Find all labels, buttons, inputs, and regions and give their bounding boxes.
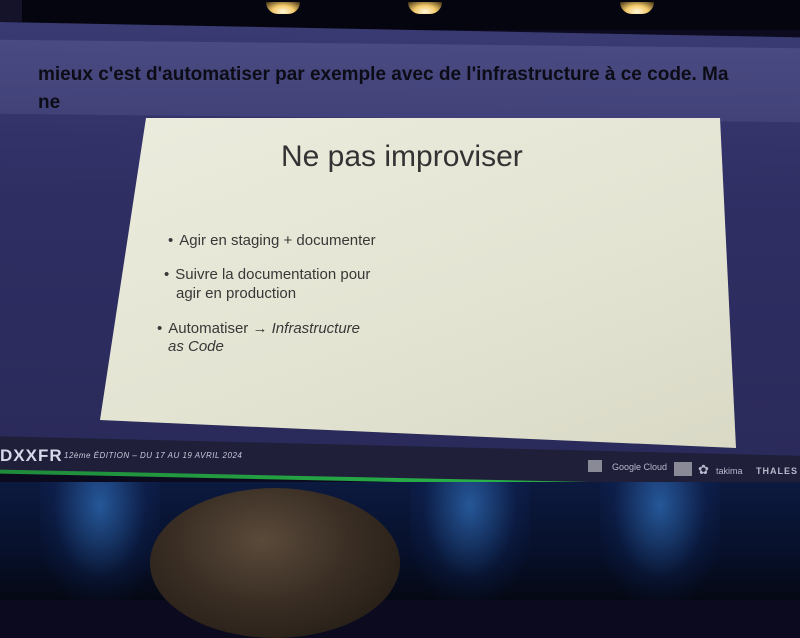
subtitle-line-1: mieux c'est d'automatiser par exemple av… xyxy=(38,64,729,85)
event-edition: 12ème ÉDITION – DU 17 AU 19 AVRIL 2024 xyxy=(64,451,243,460)
sponsor-logo-icon xyxy=(674,462,692,476)
sponsor-google-cloud: Google Cloud xyxy=(612,462,668,472)
sponsor-takima: takima xyxy=(716,466,743,476)
bullet-item: • Suivre la documentation pour xyxy=(164,266,371,283)
stage-glow xyxy=(40,482,160,600)
bullet-item: • Agir en staging + documenter xyxy=(168,232,376,249)
event-brand: DXXFR xyxy=(0,446,63,465)
sponsor-logo-icon: ✿ xyxy=(698,462,709,477)
subtitle-line-2: ne xyxy=(38,92,61,113)
sponsor-logo-icon xyxy=(588,460,602,472)
sponsor-thales: THALES xyxy=(756,466,798,476)
slide-title: Ne pas improviser xyxy=(281,140,523,173)
bullet-item: • Automatiser → Infrastructure xyxy=(157,320,361,337)
ceiling-beam xyxy=(0,0,22,22)
bullet-icon: • xyxy=(157,320,163,337)
audience-head xyxy=(150,488,400,638)
bullet-item-continued: agir en production xyxy=(176,285,297,302)
stage-glow xyxy=(410,482,530,600)
bullet-icon: • xyxy=(168,232,174,249)
bullet-item-continued: as Code xyxy=(168,338,224,355)
bullet-icon: • xyxy=(164,266,170,283)
stage-glow xyxy=(600,482,720,600)
